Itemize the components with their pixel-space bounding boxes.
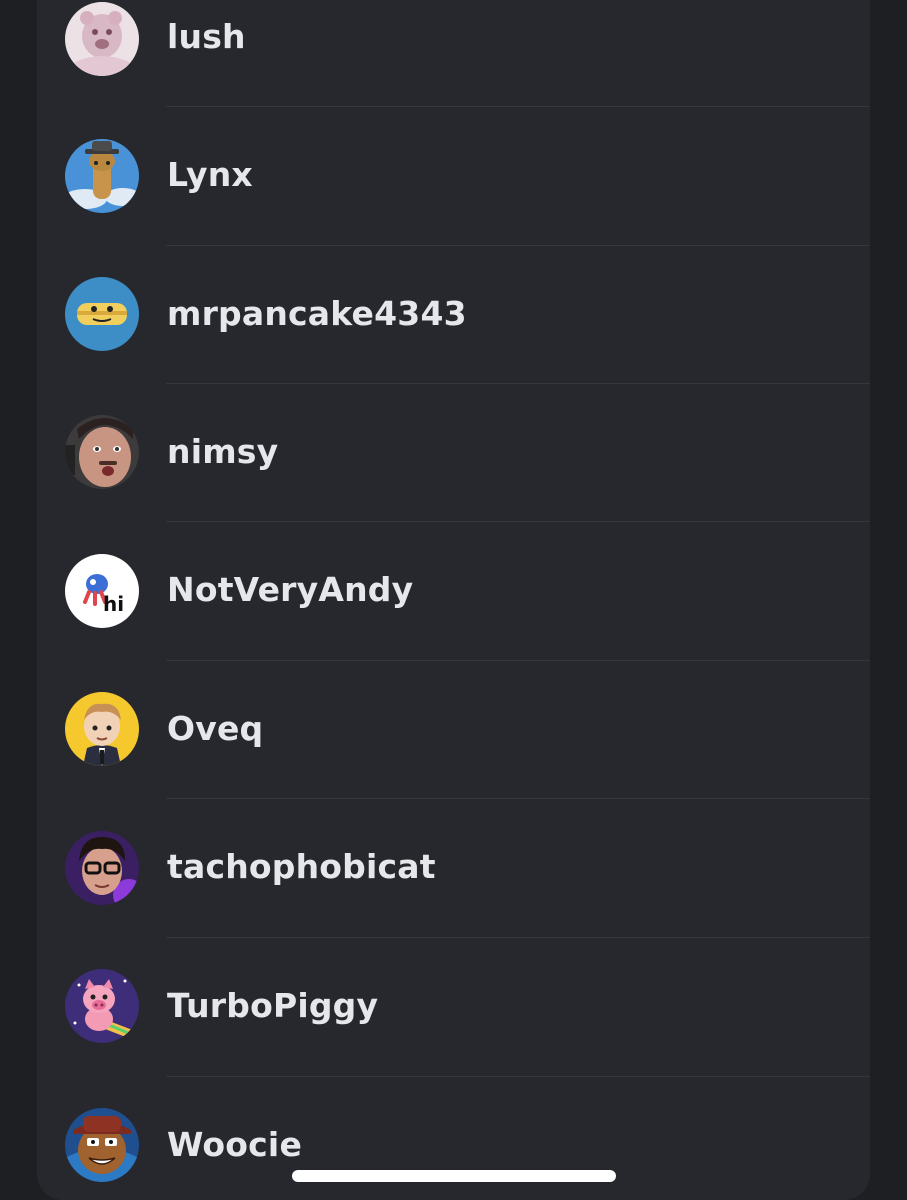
- list-item[interactable]: tachophobicat: [37, 799, 870, 937]
- member-name: Lynx: [167, 155, 253, 194]
- avatar: [65, 2, 139, 76]
- list-item[interactable]: TurboPiggy: [37, 938, 870, 1076]
- avatar: [65, 692, 139, 766]
- member-name: TurboPiggy: [167, 986, 379, 1025]
- member-name: Oveq: [167, 709, 264, 748]
- list-item[interactable]: lush: [37, 0, 870, 106]
- avatar: [65, 1108, 139, 1182]
- list-item[interactable]: hi NotVeryAndy: [37, 522, 870, 660]
- member-name: NotVeryAndy: [167, 570, 414, 609]
- list-item[interactable]: nimsy: [37, 384, 870, 522]
- home-indicator[interactable]: [292, 1170, 616, 1182]
- avatar: hi: [65, 554, 139, 628]
- list-item[interactable]: Lynx: [37, 107, 870, 245]
- avatar: [65, 969, 139, 1043]
- list-item[interactable]: mrpancake4343: [37, 246, 870, 384]
- member-name: Woocie: [167, 1125, 303, 1164]
- list-item[interactable]: Oveq: [37, 661, 870, 799]
- avatar: [65, 415, 139, 489]
- member-name: tachophobicat: [167, 847, 436, 886]
- avatar: [65, 277, 139, 351]
- svg-text:hi: hi: [103, 592, 124, 616]
- avatar: [65, 831, 139, 905]
- member-name: nimsy: [167, 432, 279, 471]
- member-name: mrpancake4343: [167, 294, 467, 333]
- avatar: [65, 139, 139, 213]
- member-name: lush: [167, 17, 246, 56]
- member-list: lush Lynx mrpancake4343 nimsy hi NotVery…: [37, 0, 870, 1200]
